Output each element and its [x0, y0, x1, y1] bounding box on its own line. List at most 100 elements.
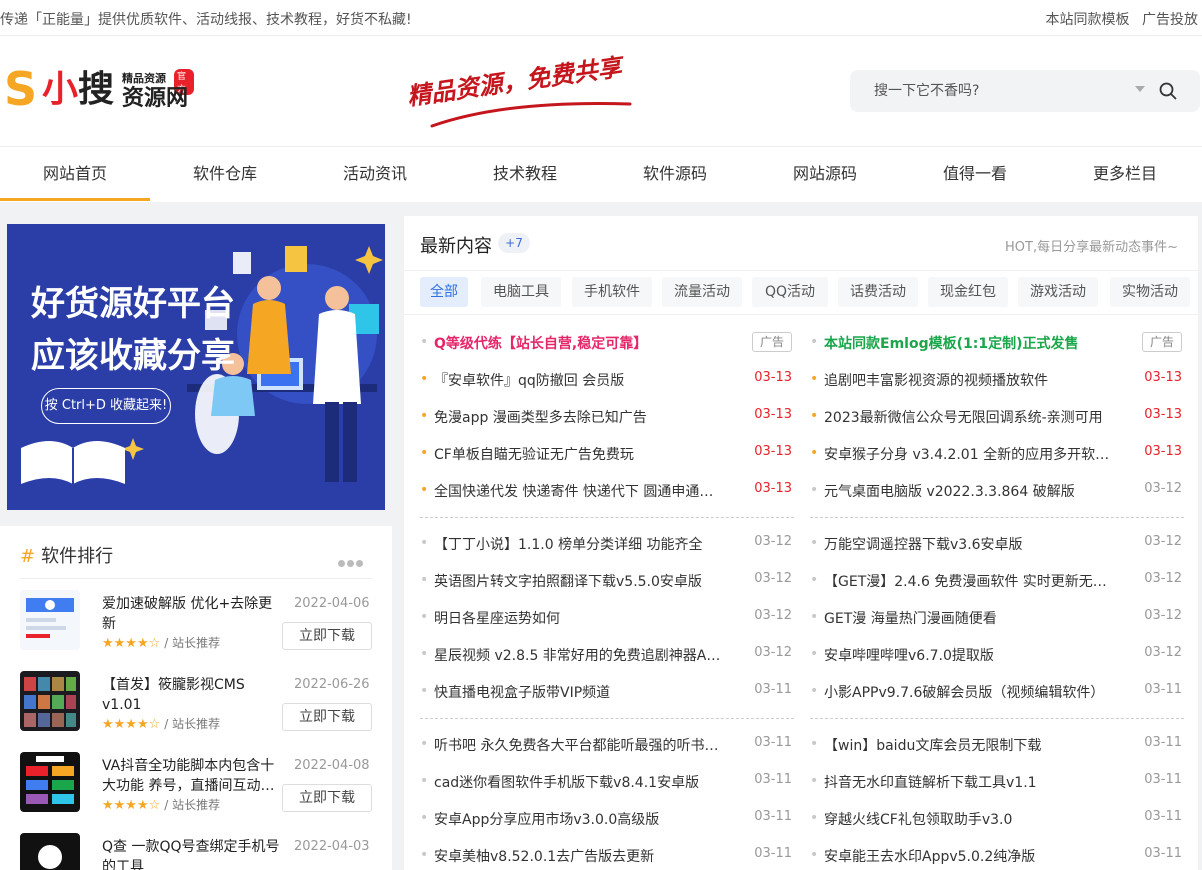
list-item[interactable]: • 安卓能王去水印Appv5.0.2纯净版 03-11	[810, 837, 1182, 870]
item-title[interactable]: 『安卓软件』qq防撤回 会员版	[434, 370, 739, 390]
list-item[interactable]: • CF单板自瞄无验证无广告免费玩 03-13	[420, 435, 792, 472]
item-title[interactable]: 安卓猴子分身 v3.4.2.01 全新的应用多开软…	[824, 444, 1129, 464]
item-title[interactable]: Q等级代练【站长自营,稳定可靠】	[434, 333, 739, 353]
search-input[interactable]	[874, 80, 1124, 102]
nav-item-more[interactable]: 更多栏目	[1050, 147, 1200, 201]
promo-banner[interactable]: 好货源好平台 应该收藏分享 按 Ctrl+D 收藏起来!	[7, 224, 385, 510]
bookmark-button[interactable]: 按 Ctrl+D 收藏起来!	[41, 388, 171, 424]
list-item[interactable]: • 快直播电视盒子版带VIP频道 03-11	[420, 673, 792, 710]
ranking-item[interactable]: 爱加速破解版 优化+去除更新 ★★★★☆ / 站长推荐 2022-04-06 立即…	[20, 590, 372, 660]
ranking-item[interactable]: 【首发】筱朧影视CMS v1.01 ★★★★☆ / 站长推荐 2022-06-26…	[20, 671, 372, 741]
list-item[interactable]: • 【GET漫】2.4.6 免费漫画软件 实时更新无… 03-12	[810, 562, 1182, 599]
nav-item-software-source[interactable]: 软件源码	[600, 147, 750, 201]
item-title[interactable]: 全国快递代发 快递寄件 快递代下 圆通申通…	[434, 481, 739, 501]
tab-qq-activity[interactable]: QQ活动	[752, 277, 828, 307]
nav-item-home[interactable]: 网站首页	[0, 147, 150, 201]
list-item[interactable]: • 抖音无水印直链解析下载工具v1.1 03-11	[810, 763, 1182, 800]
list-item[interactable]: • 『安卓软件』qq防撤回 会员版 03-13	[420, 361, 792, 398]
item-title[interactable]: 快直播电视盒子版带VIP频道	[434, 682, 739, 702]
template-link[interactable]: 本站同款模板	[1046, 12, 1130, 28]
item-title[interactable]: GET漫 海量热门漫画随便看	[824, 608, 1129, 628]
download-button[interactable]: 立即下载	[282, 622, 372, 650]
item-title[interactable]: 【win】baidu文库会员无限制下载	[824, 735, 1129, 755]
nav-item-web-source[interactable]: 网站源码	[750, 147, 900, 201]
list-item[interactable]: • 元气桌面电脑版 v2022.3.3.864 破解版 03-12	[810, 472, 1182, 509]
app-name[interactable]: 【首发】筱朧影视CMS v1.01	[102, 675, 282, 715]
tab-all[interactable]: 全部	[420, 277, 468, 307]
item-title[interactable]: 听书吧 永久免费各大平台都能听最强的听书…	[434, 735, 739, 755]
list-item[interactable]: • 安卓App分享应用市场v3.0.0高级版 03-11	[420, 800, 792, 837]
item-title[interactable]: 元气桌面电脑版 v2022.3.3.864 破解版	[824, 481, 1129, 501]
tab-mobile-software[interactable]: 手机软件	[572, 277, 652, 307]
list-item[interactable]: • 本站同款Emlog模板(1:1定制)正式发售 广告	[810, 324, 1182, 361]
list-item[interactable]: • 安卓美柚v8.52.0.1去广告版去更新 03-11	[420, 837, 792, 870]
list-item[interactable]: • cad迷你看图软件手机版下载v8.4.1安卓版 03-11	[420, 763, 792, 800]
app-name[interactable]: VA抖音全功能脚本内包含十大功能 养号，直播间互动…	[102, 756, 282, 796]
list-item[interactable]: • 追剧吧丰富影视资源的视频播放软件 03-13	[810, 361, 1182, 398]
list-item[interactable]: • 免漫app 漫画类型多去除已知广告 03-13	[420, 398, 792, 435]
list-item[interactable]: • GET漫 海量热门漫画随便看 03-12	[810, 599, 1182, 636]
list-item[interactable]: • 万能空调遥控器下载v3.6安卓版 03-12	[810, 525, 1182, 562]
item-date: 03-13	[1144, 370, 1182, 385]
list-item[interactable]: • 小影APPv9.7.6破解会员版（视频编辑软件） 03-11	[810, 673, 1182, 710]
chevron-down-icon[interactable]	[1135, 86, 1145, 92]
item-title[interactable]: 【丁丁小说】1.1.0 榜单分类详细 功能齐全	[434, 534, 739, 554]
list-item[interactable]: • Q等级代练【站长自营,稳定可靠】 广告	[420, 324, 792, 361]
item-title[interactable]: 【GET漫】2.4.6 免费漫画软件 实时更新无…	[824, 571, 1129, 591]
item-title[interactable]: 小影APPv9.7.6破解会员版（视频编辑软件）	[824, 682, 1129, 702]
tab-cash-redpacket[interactable]: 现金红包	[928, 277, 1008, 307]
list-item[interactable]: • 【丁丁小说】1.1.0 榜单分类详细 功能齐全 03-12	[420, 525, 792, 562]
more-dots-icon[interactable]	[338, 552, 365, 571]
item-title[interactable]: 免漫app 漫画类型多去除已知广告	[434, 407, 739, 427]
ranking-item[interactable]: VA抖音全功能脚本内包含十大功能 养号，直播间互动… ★★★★☆ / 站长推荐 2…	[20, 752, 372, 822]
tab-phone-credit[interactable]: 话费活动	[838, 277, 918, 307]
item-title[interactable]: 本站同款Emlog模板(1:1定制)正式发售	[824, 333, 1129, 353]
item-title[interactable]: 2023最新微信公众号无限回调系统-亲测可用	[824, 407, 1129, 427]
list-item[interactable]: • 全国快递代发 快递寄件 快递代下 圆通申通… 03-13	[420, 472, 792, 509]
download-button[interactable]: 立即下载	[282, 703, 372, 731]
nav-item-tutorials[interactable]: 技术教程	[450, 147, 600, 201]
site-logo[interactable]: S 小搜 精品资源 官方 资源网	[4, 66, 194, 118]
item-title[interactable]: 明日各星座运势如何	[434, 608, 739, 628]
list-item[interactable]: • 2023最新微信公众号无限回调系统-亲测可用 03-13	[810, 398, 1182, 435]
nav-item-software[interactable]: 软件仓库	[150, 147, 300, 201]
app-name[interactable]: 爱加速破解版 优化+去除更新	[102, 594, 282, 634]
nav-item-worth-seeing[interactable]: 值得一看	[900, 147, 1050, 201]
item-title[interactable]: cad迷你看图软件手机版下载v8.4.1安卓版	[434, 772, 739, 792]
bullet-dot-icon: •	[810, 646, 819, 662]
item-title[interactable]: 英语图片转文字拍照翻译下载v5.5.0安卓版	[434, 571, 739, 591]
item-title[interactable]: 安卓哔哩哔哩v6.7.0提取版	[824, 645, 1129, 665]
item-title[interactable]: 安卓App分享应用市场v3.0.0高级版	[434, 809, 739, 829]
app-name[interactable]: Q查 一款QQ号查绑定手机号的工具	[102, 837, 282, 870]
list-item[interactable]: • 英语图片转文字拍照翻译下载v5.5.0安卓版 03-12	[420, 562, 792, 599]
download-button[interactable]: 立即下载	[282, 784, 372, 812]
item-date: 03-13	[754, 481, 792, 496]
ranking-item[interactable]: Q查 一款QQ号查绑定手机号的工具 2022-04-03	[20, 833, 372, 870]
item-title[interactable]: 抖音无水印直链解析下载工具v1.1	[824, 772, 1129, 792]
item-title[interactable]: 安卓能王去水印Appv5.0.2纯净版	[824, 846, 1129, 866]
item-title[interactable]: 万能空调遥控器下载v3.6安卓版	[824, 534, 1129, 554]
item-title[interactable]: 安卓美柚v8.52.0.1去广告版去更新	[434, 846, 739, 866]
tab-pc-tools[interactable]: 电脑工具	[481, 277, 561, 307]
list-item[interactable]: • 明日各星座运势如何 03-12	[420, 599, 792, 636]
item-title[interactable]: 星辰视频 v2.8.5 非常好用的免费追剧神器A…	[434, 645, 739, 665]
item-date: 03-12	[1144, 481, 1182, 496]
list-item[interactable]: • 听书吧 永久免费各大平台都能听最强的听书… 03-11	[420, 726, 792, 763]
tab-game-activity[interactable]: 游戏活动	[1018, 277, 1098, 307]
list-item[interactable]: • 安卓哔哩哔哩v6.7.0提取版 03-12	[810, 636, 1182, 673]
nav-item-activities[interactable]: 活动资讯	[300, 147, 450, 201]
tab-physical-prize[interactable]: 实物活动	[1110, 277, 1190, 307]
ad-link[interactable]: 广告投放	[1142, 12, 1198, 28]
bullet-dot-icon: •	[420, 810, 429, 826]
list-item[interactable]: • 安卓猴子分身 v3.4.2.01 全新的应用多开软… 03-13	[810, 435, 1182, 472]
list-item[interactable]: • 【win】baidu文库会员无限制下载 03-11	[810, 726, 1182, 763]
tab-data-activity[interactable]: 流量活动	[662, 277, 742, 307]
recommend-tag: / 站长推荐	[164, 636, 221, 650]
item-title[interactable]: 追剧吧丰富影视资源的视频播放软件	[824, 370, 1129, 390]
list-item[interactable]: • 星辰视频 v2.8.5 非常好用的免费追剧神器A… 03-12	[420, 636, 792, 673]
item-title[interactable]: CF单板自瞄无验证无广告免费玩	[434, 444, 739, 464]
item-date: 03-11	[1144, 682, 1182, 697]
list-item[interactable]: • 穿越火线CF礼包领取助手v3.0 03-11	[810, 800, 1182, 837]
item-title[interactable]: 穿越火线CF礼包领取助手v3.0	[824, 809, 1129, 829]
search-icon[interactable]	[1159, 82, 1177, 104]
